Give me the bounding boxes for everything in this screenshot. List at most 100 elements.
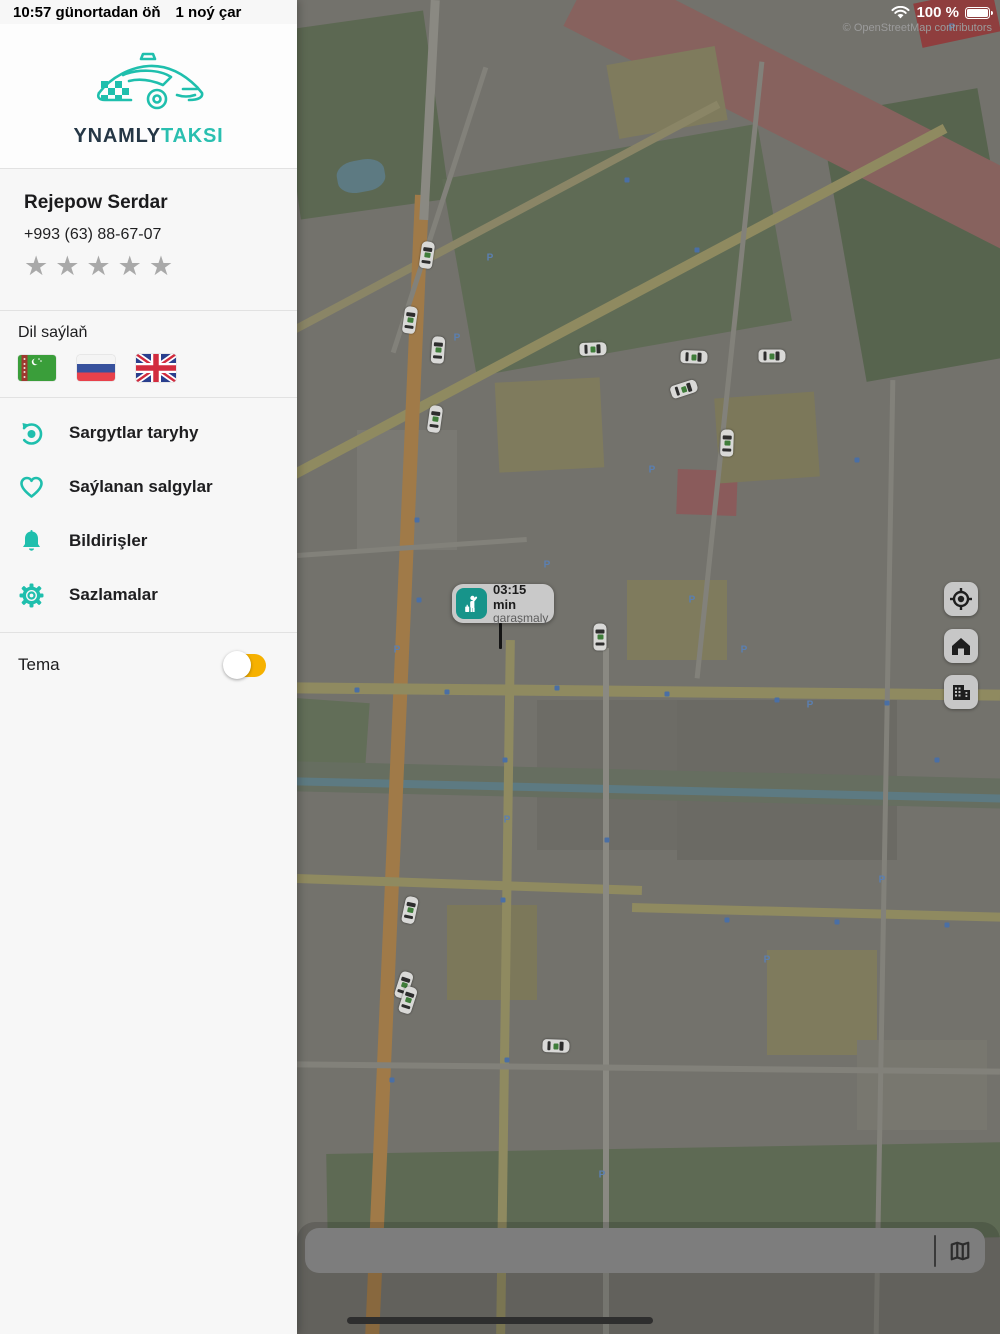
transit-stop-marker bbox=[694, 247, 700, 253]
parking-marker: P bbox=[543, 559, 551, 571]
parking-marker: P bbox=[688, 594, 696, 606]
map-markers: PPPPPPPPPPPPPP bbox=[297, 0, 1000, 1334]
transit-stop-marker bbox=[500, 897, 506, 903]
menu-item-favorite-addresses[interactable]: Saýlanan salgylar bbox=[0, 460, 297, 514]
battery-icon bbox=[965, 6, 993, 19]
status-bar-left: 10:57 günortadan öň 1 noý çar bbox=[13, 4, 241, 21]
transit-stop-marker bbox=[724, 917, 730, 923]
battery-percentage: 100 % bbox=[916, 4, 959, 21]
taxi-marker bbox=[418, 240, 436, 270]
parking-marker: P bbox=[598, 1169, 606, 1181]
taxi-marker bbox=[430, 336, 446, 364]
menu-item-order-history[interactable]: Sargytlar taryhy bbox=[0, 406, 297, 460]
parking-marker: P bbox=[648, 464, 656, 476]
map-canvas[interactable]: PPPPPPPPPPPPPP 03:15 min garaşmaly bbox=[297, 0, 1000, 1334]
toggle-knob bbox=[223, 651, 251, 679]
taxi-marker bbox=[579, 342, 607, 356]
flag-turkmenistan[interactable] bbox=[18, 355, 56, 381]
parking-marker: P bbox=[393, 644, 401, 656]
brand-wordmark: YNAMLYTAKSI bbox=[74, 125, 224, 148]
home-address-button[interactable] bbox=[944, 629, 978, 663]
user-phone: +993 (63) 88-67-07 bbox=[24, 226, 162, 243]
transit-stop-marker bbox=[389, 1077, 395, 1083]
transit-stop-marker bbox=[502, 757, 508, 763]
transit-stop-marker bbox=[664, 691, 670, 697]
heart-icon bbox=[18, 474, 45, 501]
status-time: 10:57 günortadan öň bbox=[13, 4, 161, 21]
transit-stop-marker bbox=[444, 689, 450, 695]
taxi-marker bbox=[720, 429, 734, 457]
taxi-marker bbox=[401, 305, 419, 335]
flag-russia[interactable] bbox=[77, 355, 115, 381]
transit-stop-marker bbox=[354, 687, 360, 693]
search-divider bbox=[934, 1234, 936, 1267]
pin-stick bbox=[499, 623, 502, 649]
menu-item-settings[interactable]: Sazlamalar bbox=[0, 568, 297, 622]
map-attribution: © OpenStreetMap contributors bbox=[842, 22, 992, 34]
transit-stop-marker bbox=[884, 700, 890, 706]
menu-item-label: Sargytlar taryhy bbox=[69, 423, 199, 442]
brand-logo: YNAMLYTAKSI bbox=[0, 24, 297, 169]
transit-stop-marker bbox=[834, 919, 840, 925]
transit-stop-marker bbox=[624, 177, 630, 183]
taxi-marker bbox=[593, 623, 607, 651]
pickup-person-icon bbox=[456, 588, 487, 619]
transit-stop-marker bbox=[504, 1057, 510, 1063]
status-date: 1 noý çar bbox=[175, 4, 242, 21]
taxi-marker bbox=[680, 350, 708, 364]
bell-icon bbox=[18, 528, 45, 555]
theme-row: Tema bbox=[0, 630, 297, 700]
parking-marker: P bbox=[453, 332, 461, 344]
search-bar[interactable] bbox=[305, 1228, 985, 1273]
transit-stop-marker bbox=[416, 597, 422, 603]
profile-section: Rejepow Serdar +993 (63) 88-67-07 ★★★★★ bbox=[0, 170, 297, 311]
taxi-marker bbox=[542, 1039, 570, 1053]
transit-stop-marker bbox=[944, 922, 950, 928]
theme-toggle[interactable] bbox=[223, 651, 266, 679]
gear-icon bbox=[18, 582, 45, 609]
parking-marker: P bbox=[878, 874, 886, 886]
home-indicator[interactable] bbox=[347, 1317, 653, 1324]
building-icon bbox=[953, 685, 970, 700]
user-name: Rejepow Serdar bbox=[24, 192, 168, 213]
language-section: Dil saýlaň bbox=[0, 312, 297, 398]
menu-item-label: Bildirişler bbox=[69, 531, 148, 550]
parking-marker: P bbox=[503, 814, 511, 826]
transit-stop-marker bbox=[934, 757, 940, 763]
theme-label: Tema bbox=[18, 655, 60, 674]
brand-name-primary: YNAMLY bbox=[73, 124, 161, 147]
taxi-marker bbox=[758, 349, 786, 363]
menu-list: Sargytlar taryhy Saýlanan salgylar Bildi… bbox=[0, 398, 297, 633]
work-address-button[interactable] bbox=[944, 675, 978, 709]
menu-item-label: Sazlamalar bbox=[69, 585, 158, 604]
folded-map-icon[interactable] bbox=[949, 1240, 971, 1262]
taxi-marker bbox=[426, 404, 444, 434]
wifi-icon bbox=[891, 5, 910, 18]
transit-stop-marker bbox=[414, 517, 420, 523]
transit-stop-marker bbox=[854, 457, 860, 463]
parking-marker: P bbox=[486, 252, 494, 264]
status-bar-right: 100 % bbox=[891, 4, 993, 21]
brand-name-secondary: TAKSI bbox=[160, 124, 224, 147]
crosshair-icon bbox=[950, 588, 972, 610]
parking-marker: P bbox=[763, 954, 771, 966]
taxi-marker bbox=[669, 378, 699, 400]
drawer-menu: 10:57 günortadan öň 1 noý çar YNAMLYTAKS… bbox=[0, 0, 297, 1334]
menu-item-label: Saýlanan salgylar bbox=[69, 477, 213, 496]
flag-united-kingdom[interactable] bbox=[136, 354, 176, 382]
wait-label: garaşmaly bbox=[493, 611, 549, 625]
transit-stop-marker bbox=[554, 685, 560, 691]
locate-me-button[interactable] bbox=[944, 582, 978, 616]
wait-time: 03:15 min bbox=[493, 582, 527, 612]
menu-item-notifications[interactable]: Bildirişler bbox=[0, 514, 297, 568]
pickup-pin-tooltip[interactable]: 03:15 min garaşmaly bbox=[452, 582, 554, 625]
parking-marker: P bbox=[806, 699, 814, 711]
rating-stars: ★★★★★ bbox=[24, 251, 181, 281]
language-label: Dil saýlaň bbox=[18, 324, 88, 341]
app-screen: PPPPPPPPPPPPPP 03:15 min garaşmaly bbox=[0, 0, 1000, 1334]
transit-stop-marker bbox=[604, 837, 610, 843]
taxi-car-logo-icon bbox=[96, 52, 203, 109]
transit-stop-marker bbox=[774, 697, 780, 703]
parking-marker: P bbox=[740, 644, 748, 656]
taxi-marker bbox=[400, 895, 420, 925]
